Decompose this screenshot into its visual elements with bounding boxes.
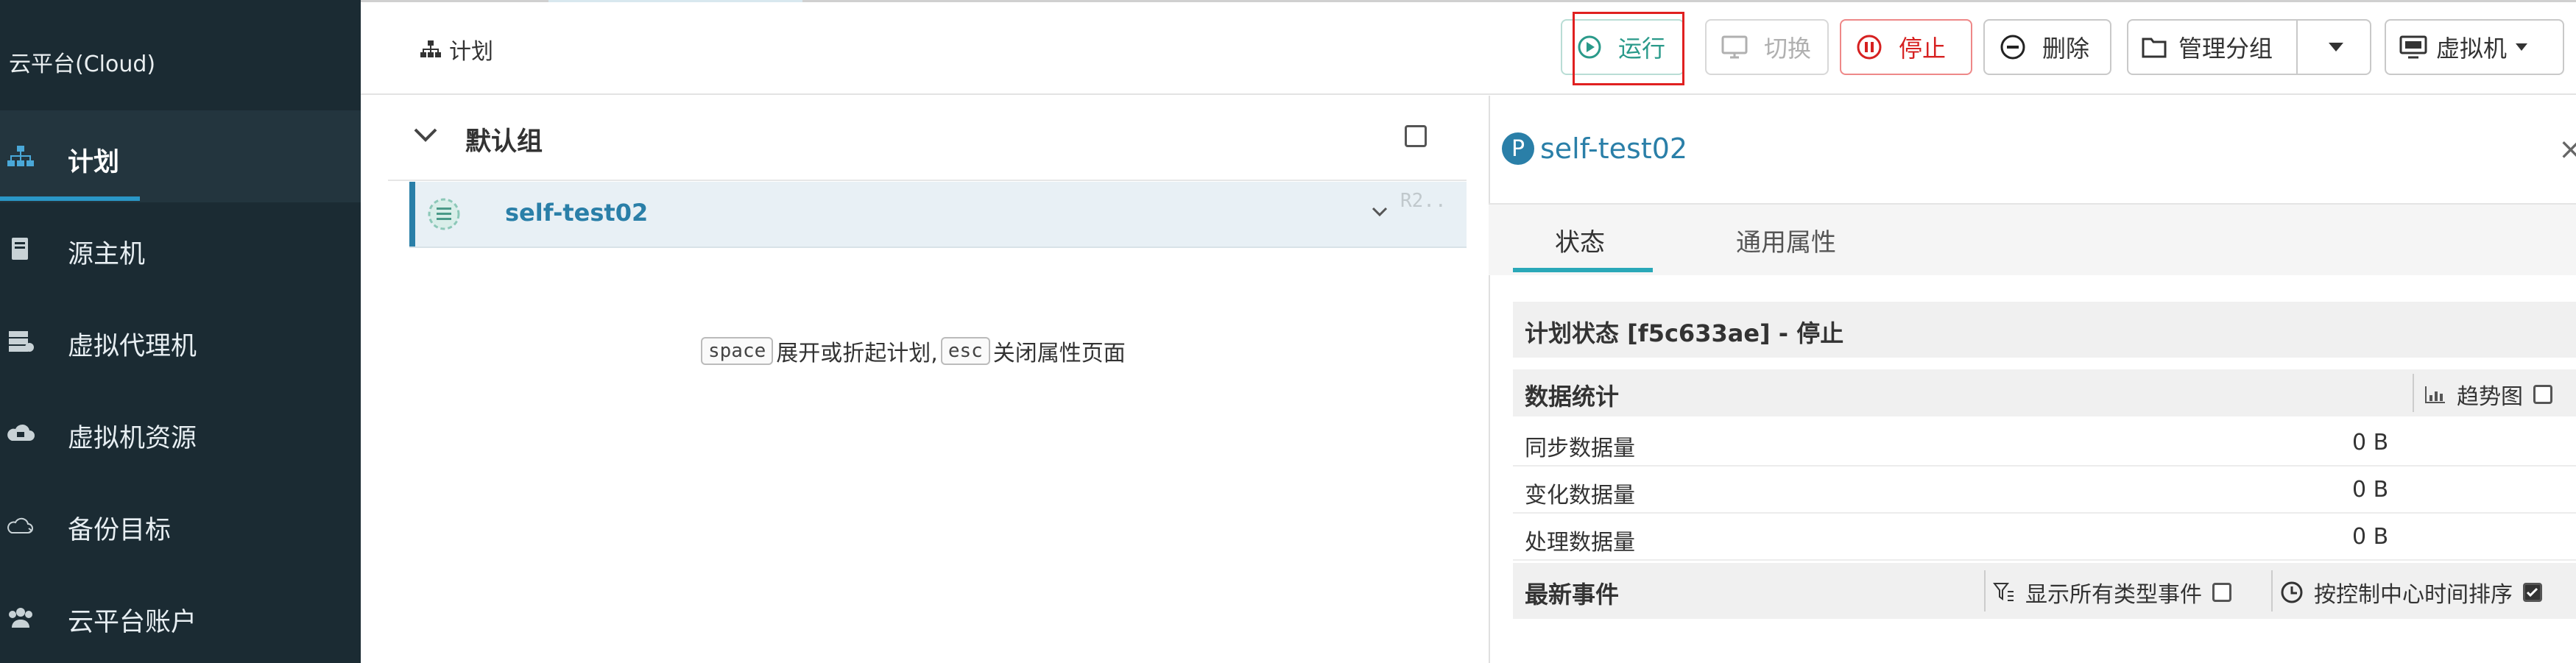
sidebar-item-source-host[interactable]: 源主机 xyxy=(0,202,361,294)
plan-row-indicator xyxy=(409,182,415,247)
delete-label: 删除 xyxy=(2042,35,2090,63)
sidebar-item-label: 计划 xyxy=(68,148,120,177)
pause-circle-icon xyxy=(1856,34,1882,60)
sort-by-time-toggle[interactable]: 按控制中心时间排序 xyxy=(2280,576,2542,609)
active-indicator xyxy=(0,196,140,201)
tab-strip xyxy=(1489,205,2576,275)
keyboard-hint: space 展开或折起计划, esc 关闭属性页面 xyxy=(698,335,1126,367)
header-divider xyxy=(2413,374,2414,412)
breadcrumb: 计划 xyxy=(420,33,493,65)
stats-value: 0 B xyxy=(2352,524,2389,550)
trend-checkbox[interactable] xyxy=(2533,385,2552,404)
chevron-down-icon[interactable] xyxy=(2329,43,2343,52)
stop-label: 停止 xyxy=(1899,35,1947,63)
sidebar-item-cloud-accounts[interactable]: 云平台账户 xyxy=(0,570,361,662)
vm-label: 虚拟机 xyxy=(2436,35,2508,63)
sort-checkbox-checked[interactable] xyxy=(2523,583,2542,602)
group-row[interactable] xyxy=(388,94,1467,181)
sidebar-item-label: 虚拟代理机 xyxy=(68,332,197,361)
sidebar-item-label: 虚拟机资源 xyxy=(68,424,197,453)
sidebar-item-label: 源主机 xyxy=(68,240,146,269)
trend-toggle[interactable]: 趋势图 xyxy=(2424,378,2552,411)
plan-status-text: 计划状态 [f5c633ae] - 停止 xyxy=(1525,319,1844,347)
show-all-events-toggle[interactable]: 显示所有类型事件 xyxy=(1993,576,2231,609)
chevron-down-icon xyxy=(2516,43,2528,51)
stop-button[interactable]: 停止 xyxy=(1840,19,1972,75)
switch-label: 切换 xyxy=(1764,35,1812,63)
brand-title: 云平台(Cloud) xyxy=(9,52,156,77)
stats-value: 0 B xyxy=(2352,430,2389,455)
chevron-down-icon[interactable] xyxy=(1371,206,1388,218)
switch-button[interactable]: 切换 xyxy=(1705,19,1829,75)
sidebar-item-label: 备份目标 xyxy=(68,516,172,545)
manage-group-button[interactable]: 管理分组 xyxy=(2127,19,2371,75)
vm-dropdown-button[interactable]: 虚拟机 xyxy=(2385,19,2564,75)
hint-text-1: 展开或折起计划, xyxy=(776,341,938,366)
button-divider xyxy=(2296,21,2298,74)
stats-title: 数据统计 xyxy=(1525,383,1620,411)
minus-circle-icon xyxy=(2000,34,2026,60)
folder-icon xyxy=(2142,36,2167,58)
header-divider xyxy=(1984,570,1986,611)
stats-key: 同步数据量 xyxy=(1525,436,1635,461)
highlight-box xyxy=(1573,12,1684,85)
breadcrumb-label: 计划 xyxy=(449,39,493,65)
monitor-icon xyxy=(1721,35,1748,59)
events-header: 最新事件 显示所有类型事件 按控制中心时间排序 xyxy=(1513,563,2576,619)
hint-text-2: 关闭属性页面 xyxy=(992,341,1126,366)
stats-row: 变化数据量 0 B xyxy=(1513,467,2576,514)
stats-row: 处理数据量 0 B xyxy=(1513,514,2576,561)
group-checkbox[interactable] xyxy=(1405,125,1427,147)
stats-row: 同步数据量 0 B xyxy=(1513,419,2576,467)
plan-name[interactable]: self-test02 xyxy=(505,199,648,227)
chevron-down-icon[interactable] xyxy=(412,127,439,144)
sidebar-item-vm-resources[interactable]: 虚拟机资源 xyxy=(0,386,361,478)
stats-key: 变化数据量 xyxy=(1525,483,1635,508)
cloud-icon xyxy=(6,422,35,444)
header-divider xyxy=(2271,570,2273,611)
plan-badge: P xyxy=(1502,132,1534,165)
show-all-label: 显示所有类型事件 xyxy=(2025,582,2202,608)
group-title: 默认组 xyxy=(465,127,543,157)
sitemap-icon xyxy=(420,40,442,58)
kbd-space: space xyxy=(701,337,774,365)
proxy-icon xyxy=(6,330,35,352)
tab-general-properties[interactable]: 通用属性 xyxy=(1736,222,1836,258)
stats-key: 处理数据量 xyxy=(1525,530,1635,556)
plan-status-icon xyxy=(426,196,462,233)
trend-label: 趋势图 xyxy=(2457,384,2523,410)
sidebar-item-proxy[interactable]: 虚拟代理机 xyxy=(0,294,361,386)
clock-icon xyxy=(2280,581,2304,604)
manage-group-label: 管理分组 xyxy=(2178,35,2273,63)
stats-value: 0 B xyxy=(2352,477,2389,503)
show-all-checkbox[interactable] xyxy=(2212,583,2231,602)
panel-plan-name: self-test02 xyxy=(1540,132,1688,165)
active-tab-indicator xyxy=(1513,268,1653,272)
stats-header: 数据统计 趋势图 xyxy=(1513,369,2576,416)
tab-status[interactable]: 状态 xyxy=(1555,222,1605,258)
filter-icon xyxy=(1993,581,2015,603)
cloud-outline-icon xyxy=(6,514,35,536)
events-title: 最新事件 xyxy=(1525,581,1620,609)
sort-by-time-label: 按控制中心时间排序 xyxy=(2314,582,2513,608)
close-icon[interactable]: × xyxy=(2558,132,2576,166)
kbd-esc: esc xyxy=(940,337,990,365)
sidebar-item-plan[interactable]: 计划 xyxy=(0,110,361,202)
panel-title: P self-test02 xyxy=(1502,132,1687,165)
vm-icon xyxy=(2399,35,2427,59)
sidebar-item-backup-target[interactable]: 备份目标 xyxy=(0,478,361,570)
sitemap-icon xyxy=(6,146,35,168)
server-icon xyxy=(6,238,35,260)
sidebar-item-label: 云平台账户 xyxy=(68,608,197,637)
chart-icon xyxy=(2424,385,2446,404)
plan-tag: R2.. xyxy=(1400,190,1447,212)
plan-status-row: 计划状态 [f5c633ae] - 停止 xyxy=(1513,302,2576,358)
delete-button[interactable]: 删除 xyxy=(1983,19,2111,75)
users-icon xyxy=(6,606,35,628)
